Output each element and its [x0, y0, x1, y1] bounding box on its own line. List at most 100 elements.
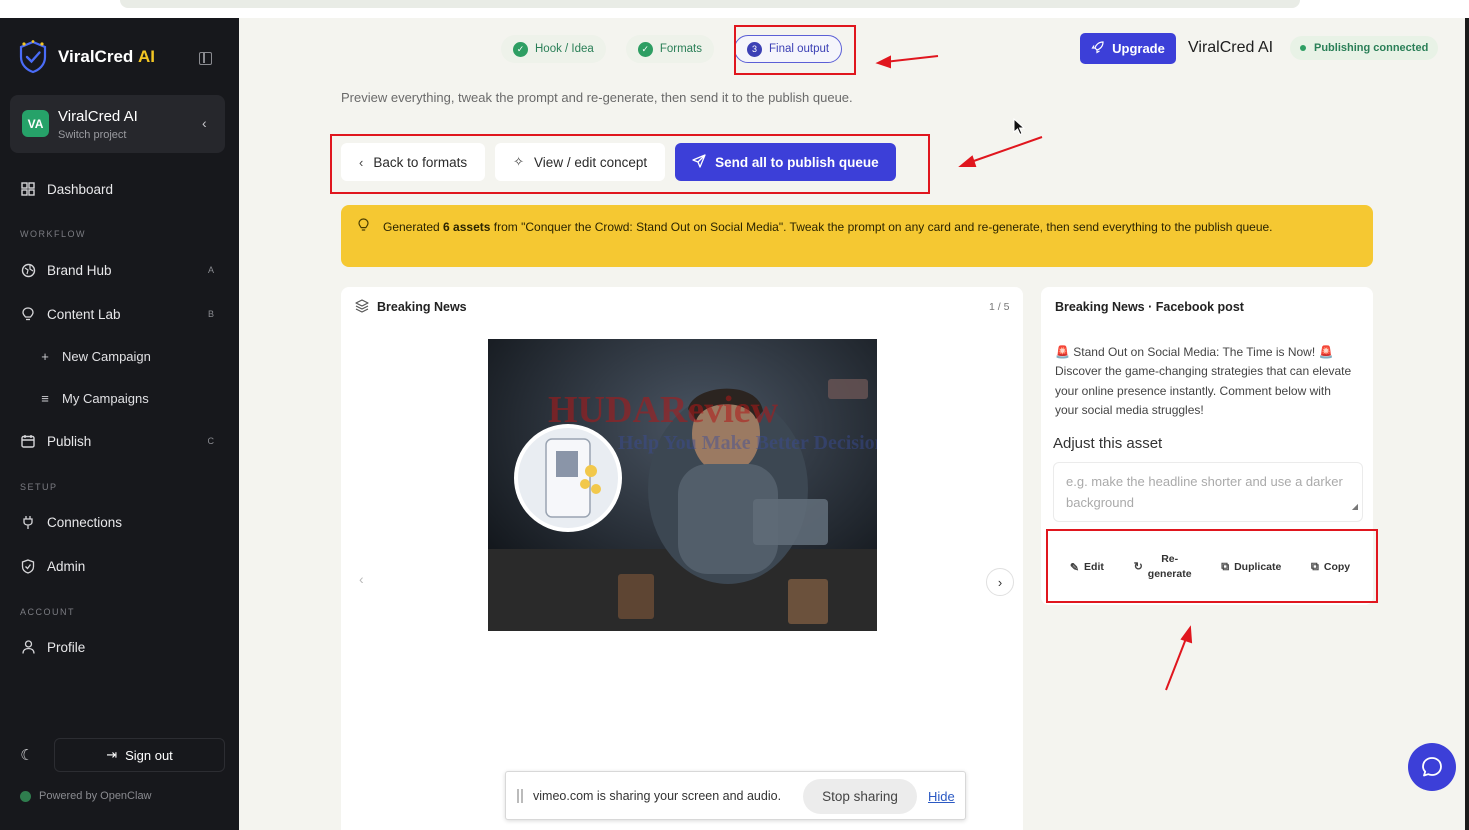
prompt-placeholder: e.g. make the headline shorter and use a… — [1066, 474, 1343, 510]
section-label-workflow: WORKFLOW — [20, 229, 86, 239]
sidebar-subitem-my-campaigns[interactable]: ≡ My Campaigns — [38, 391, 149, 406]
check-icon: ✓ — [637, 41, 653, 57]
previous-slide-button[interactable]: ‹ — [359, 571, 364, 587]
chat-bubble-icon — [1422, 757, 1442, 777]
annotation-box-buttons — [330, 134, 930, 194]
sidebar-item-label: My Campaigns — [62, 391, 149, 406]
sidebar-item-connections[interactable]: Connections — [20, 514, 220, 530]
sidebar-item-dashboard[interactable]: Dashboard — [20, 181, 220, 197]
lightbulb-icon — [20, 306, 36, 322]
sidebar-footer: ☾ ⇥ Sign out — [10, 738, 225, 772]
layers-icon — [355, 299, 369, 316]
step-label: Hook / Idea — [535, 43, 594, 55]
publishing-status-label: Publishing connected — [1314, 42, 1429, 54]
adjust-prompt-input[interactable]: e.g. make the headline shorter and use a… — [1053, 462, 1363, 522]
stressed-man-illustration: HUDAReview Help You Make Better Decision… — [488, 339, 877, 631]
collapse-sidebar-icon[interactable] — [199, 52, 212, 65]
step-formats[interactable]: ✓ Formats — [625, 35, 714, 63]
watermark-main: HUDAReview — [548, 389, 779, 431]
plug-icon — [20, 514, 36, 530]
header-title: ViralCred AI — [1188, 39, 1274, 56]
status-dot — [1300, 45, 1306, 51]
sidebar-item-label: New Campaign — [62, 349, 151, 364]
sidebar-subitem-new-campaign[interactable]: + New Campaign — [38, 349, 151, 364]
preview-card: Breaking News 1 / 5 HUDAReview Help You … — [341, 287, 1023, 830]
annotation-box-actions — [1046, 529, 1378, 603]
mouse-cursor-icon — [1013, 118, 1025, 136]
sidebar-item-publish[interactable]: Publish C — [20, 433, 220, 449]
screen-share-bar: vimeo.com is sharing your screen and aud… — [505, 771, 966, 820]
moon-icon: ☾ — [20, 747, 34, 764]
logout-icon: ⇥ — [106, 747, 118, 762]
annotation-box-final-output — [734, 25, 856, 75]
intro-text: Preview everything, tweak the prompt and… — [341, 90, 853, 105]
window-edge — [1465, 18, 1469, 830]
shield-logo-icon — [19, 40, 47, 74]
chevron-left-icon: ‹ — [202, 115, 207, 131]
hide-link[interactable]: Hide — [928, 789, 955, 804]
sidebar: ViralCred AI VA ViralCred AI Switch proj… — [0, 18, 239, 830]
sidebar-item-label: Publish — [47, 433, 92, 449]
step-label: Formats — [659, 43, 702, 55]
rocket-icon — [1091, 40, 1104, 57]
sidebar-item-label: Content Lab — [47, 306, 121, 322]
sidebar-item-label: Connections — [47, 514, 123, 530]
preview-image[interactable]: HUDAReview Help You Make Better Decision… — [488, 339, 877, 631]
stop-sharing-button[interactable]: Stop sharing — [803, 779, 917, 814]
sidebar-item-profile[interactable]: Profile — [20, 639, 220, 655]
brand-name: ViralCred AI — [58, 47, 156, 66]
section-label-setup: SETUP — [20, 482, 58, 492]
browser-top-bar — [120, 0, 1300, 8]
chevron-right-icon: › — [997, 574, 1003, 590]
watermark-sub: Help You Make Better Decisions — [618, 432, 877, 454]
sign-out-button[interactable]: ⇥ Sign out — [54, 738, 225, 772]
shortcut-key: B — [207, 309, 214, 319]
sidebar-item-label: Dashboard — [47, 181, 114, 197]
check-icon: ✓ — [513, 41, 528, 57]
sidebar-item-label: Profile — [47, 639, 86, 655]
powered-by-label: Powered by OpenClaw — [39, 790, 152, 802]
calendar-icon — [20, 433, 36, 449]
alert-text: Generated 6 assets from "Conquer the Cro… — [383, 220, 1273, 234]
publishing-status-badge: Publishing connected — [1290, 36, 1439, 60]
adjust-asset-label: Adjust this asset — [1053, 435, 1163, 452]
sidebar-item-admin[interactable]: Admin — [20, 558, 220, 574]
browser-top-strip — [0, 0, 1469, 18]
list-icon: ≡ — [41, 391, 49, 406]
next-slide-button[interactable]: › — [986, 568, 1014, 596]
project-subtitle: Switch project — [58, 129, 127, 141]
sidebar-item-label: Admin — [47, 558, 86, 574]
sidebar-item-brand-hub[interactable]: Brand Hub A — [20, 262, 220, 278]
project-name: ViralCred AI — [58, 108, 138, 125]
grid-icon — [20, 181, 36, 197]
asset-title: Breaking News · Facebook post — [1055, 300, 1244, 314]
plus-icon: + — [41, 349, 49, 364]
chat-button[interactable] — [1408, 743, 1456, 791]
sidebar-item-label: Brand Hub — [47, 262, 112, 278]
step-hook-idea[interactable]: ✓ Hook / Idea — [501, 35, 606, 63]
section-label-account: ACCOUNT — [20, 607, 75, 617]
generation-alert: Generated 6 assets from "Conquer the Cro… — [341, 205, 1373, 267]
preview-counter: 1 / 5 — [989, 301, 1010, 313]
preview-title: Breaking News — [377, 300, 467, 314]
brand[interactable]: ViralCred AI — [18, 40, 155, 74]
sidebar-item-content-lab[interactable]: Content Lab B — [20, 306, 220, 322]
openclaw-logo-icon — [20, 790, 31, 802]
globe-icon — [20, 262, 36, 278]
shield-check-icon — [20, 558, 36, 574]
project-switcher[interactable]: VA ViralCred AI Switch project ‹ — [10, 95, 225, 153]
upgrade-button[interactable]: Upgrade — [1080, 33, 1176, 64]
shortcut-key: C — [207, 436, 215, 446]
drag-handle-icon[interactable] — [517, 789, 523, 803]
theme-toggle-button[interactable]: ☾ — [10, 738, 44, 772]
share-message: vimeo.com is sharing your screen and aud… — [533, 789, 782, 803]
upgrade-label: Upgrade — [1112, 41, 1165, 56]
user-icon — [20, 639, 36, 655]
project-avatar: VA — [22, 110, 49, 137]
sign-out-label: Sign out — [125, 747, 173, 763]
post-text: 🚨 Stand Out on Social Media: The Time is… — [1055, 345, 1352, 417]
shortcut-key: A — [207, 265, 214, 275]
resize-handle-icon[interactable]: ◢ — [1352, 496, 1358, 517]
lightbulb-icon — [358, 218, 369, 236]
powered-by: Powered by OpenClaw — [20, 790, 152, 802]
